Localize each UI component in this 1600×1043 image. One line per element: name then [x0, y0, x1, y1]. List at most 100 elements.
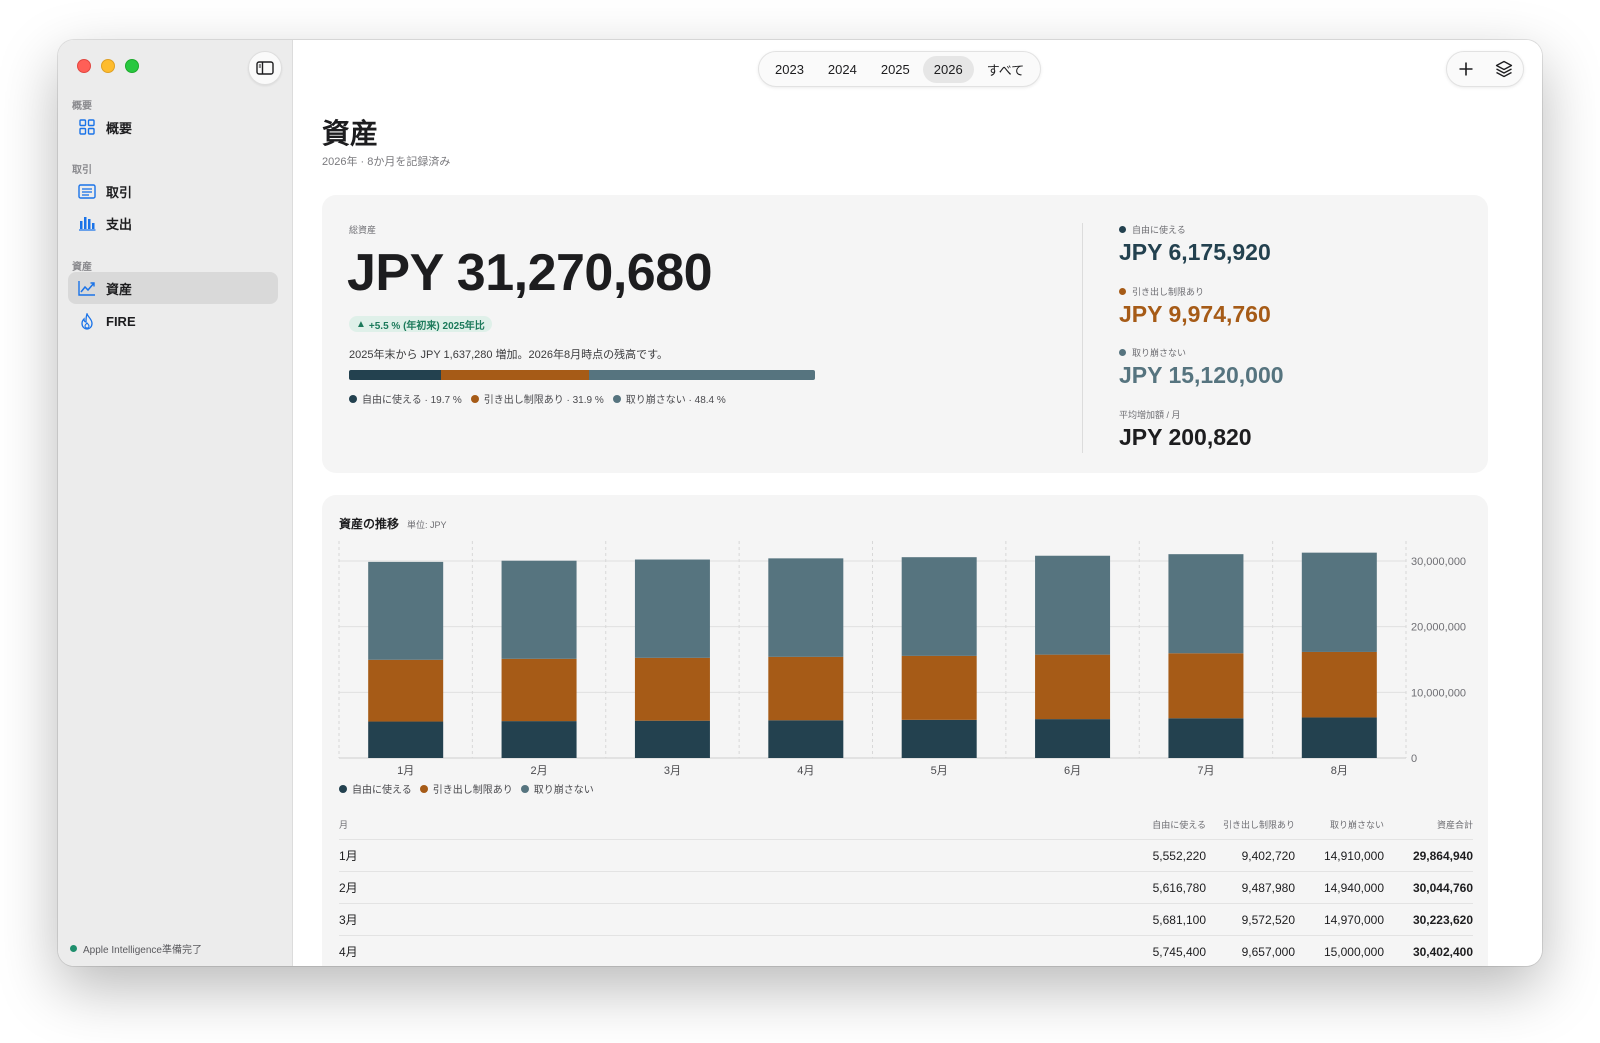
- x-tick-label: 4月: [797, 765, 814, 777]
- sidebar-section-assets: 資産: [72, 262, 92, 273]
- bar-segment: [368, 561, 444, 660]
- year-option-2024[interactable]: 2024: [817, 56, 868, 83]
- table-cell: 30,044,760: [1412, 880, 1473, 895]
- growth-badge-text: +5.5 % (年初来) 2025年比: [368, 320, 485, 332]
- legend-label: 取り崩さない · 48.4 %: [625, 395, 726, 406]
- breakdown-value: JPY 9,974,760: [1119, 301, 1271, 327]
- sidebar-item-label: FIRE: [106, 313, 136, 329]
- bar-segment: [1035, 555, 1111, 655]
- status-dot: [70, 945, 77, 952]
- bar-segment: [1035, 654, 1111, 720]
- bar-segment: [634, 657, 710, 721]
- legend-label: 自由に使える · 19.7 %: [362, 395, 462, 406]
- sidebar-item-expenses[interactable]: 支出: [68, 207, 278, 239]
- breakdown-label: 引き出し制限あり: [1132, 287, 1205, 297]
- table-cell: 5,616,780: [1152, 880, 1206, 895]
- table-cell: 5,552,220: [1152, 848, 1206, 863]
- bar-segment: [634, 559, 710, 658]
- breakdown-average: 平均増加額 / 月 JPY 200,820: [1119, 408, 1252, 451]
- bar-segment: [1168, 554, 1244, 654]
- table-cell: 30,223,620: [1412, 912, 1473, 927]
- status-indicator: Apple Intelligence準備完了: [70, 941, 202, 956]
- bar-segment: [768, 720, 844, 758]
- bar-segment: [901, 655, 977, 720]
- breakdown-value: JPY 15,120,000: [1119, 362, 1284, 388]
- legend-dot: [419, 784, 428, 793]
- table-cell: 5,681,100: [1152, 912, 1206, 927]
- year-option-2026[interactable]: 2026: [922, 55, 974, 83]
- table-cell: 1月: [339, 849, 358, 863]
- year-segmented-control: 2023 2024 2025 2026 すべて: [758, 51, 1042, 87]
- y-tick-label: 20,000,000: [1411, 622, 1466, 634]
- bar-segment: [768, 558, 844, 657]
- sidebar-section-transactions: 取引: [72, 165, 92, 176]
- chart-legend-item-preserved: 取り崩さない: [520, 781, 594, 796]
- table-cell: 2月: [339, 881, 358, 895]
- table-row[interactable]: 2月 5,616,780 9,487,980 14,940,000 30,044…: [339, 872, 1473, 904]
- table-cell: 15,000,000: [1323, 944, 1384, 959]
- total-assets-value: JPY 31,270,680: [347, 244, 713, 302]
- asset-trend-chart: 0 10,000,000 20,000,000 30,000,000 1月 2月 3月 4月 5…: [338, 541, 1466, 777]
- sidebar-item-label: 概要: [106, 120, 133, 136]
- legend-label: 引き出し制限あり · 31.9 %: [483, 395, 604, 406]
- legend-dot: [349, 394, 357, 403]
- asset-trend-card: 資産の推移 単位: JPY 0 10,000,000 20,000,000 30,00…: [322, 495, 1488, 966]
- bar-segment: [1035, 719, 1111, 758]
- year-option-2023[interactable]: 2023: [764, 56, 815, 83]
- legend-dot: [1119, 226, 1126, 233]
- legend-dot: [339, 784, 347, 793]
- table-cell: 14,910,000: [1323, 848, 1384, 863]
- close-window-button[interactable]: [77, 59, 91, 73]
- table-header: 月 自由に使える 引き出し制限あり 取り崩さない 資産合計: [339, 818, 1473, 840]
- legend-label: 取り崩さない: [533, 785, 594, 796]
- y-tick-label: 30,000,000: [1411, 556, 1466, 568]
- bar-segment: [901, 557, 977, 656]
- composition-segment-restricted: [440, 370, 590, 380]
- sidebar-item-label: 取引: [106, 184, 133, 200]
- chart-legend-item-free: 自由に使える: [339, 781, 412, 796]
- up-triangle-icon: ▲: [356, 318, 366, 330]
- total-assets-card: 総資産 JPY 31,270,680 ▲ +5.5 % (年初来) 2025年比…: [322, 195, 1488, 473]
- bar-segment: [1301, 651, 1377, 718]
- chart-legend: 自由に使える 引き出し制限あり 取り崩さない: [339, 781, 594, 796]
- sidebar: 概要 概要 取引 取引 支出 資産 資産 FIRE Apple Intellig…: [58, 40, 293, 966]
- table-row[interactable]: 3月 5,681,100 9,572,520 14,970,000 30,223…: [339, 904, 1473, 936]
- x-tick-label: 5月: [931, 765, 948, 777]
- sidebar-toggle-button[interactable]: [248, 51, 282, 85]
- list-icon: [78, 182, 96, 200]
- breakdown-label: 自由に使える: [1132, 225, 1186, 235]
- window-controls: [77, 59, 139, 73]
- legend-dot: [470, 394, 479, 403]
- table-cell: 14,940,000: [1323, 880, 1384, 895]
- year-option-2025[interactable]: 2025: [870, 56, 921, 83]
- table-cell: 14,970,000: [1323, 912, 1384, 927]
- table-cell: 9,572,520: [1241, 912, 1295, 927]
- average-value: JPY 200,820: [1119, 424, 1252, 450]
- minimize-window-button[interactable]: [101, 59, 115, 73]
- x-tick-label: 8月: [1331, 765, 1348, 777]
- table-cell: 5,745,400: [1152, 944, 1206, 959]
- zoom-window-button[interactable]: [125, 59, 139, 73]
- composition-bar: [349, 370, 815, 380]
- add-button[interactable]: [1451, 54, 1481, 84]
- year-option-all[interactable]: すべて: [976, 54, 1036, 85]
- total-assets-description: 2025年末から JPY 1,637,280 増加。2026年8月時点の残高です…: [349, 349, 669, 361]
- sidebar-item-fire[interactable]: FIRE: [68, 305, 278, 337]
- column-header: 月: [339, 820, 349, 830]
- bar-segment: [501, 658, 577, 722]
- table-row[interactable]: 1月 5,552,220 9,402,720 14,910,000 29,864…: [339, 840, 1473, 872]
- table-row[interactable]: 4月 5,745,400 9,657,000 15,000,000 30,402…: [339, 936, 1473, 966]
- layers-button[interactable]: [1489, 54, 1519, 84]
- table-cell: 3月: [339, 913, 358, 927]
- breakdown-preserved: 取り崩さない JPY 15,120,000: [1119, 346, 1284, 389]
- growth-badge: ▲ +5.5 % (年初来) 2025年比: [349, 316, 492, 332]
- column-header: 取り崩さない: [1329, 820, 1384, 830]
- bar-chart-icon: [78, 214, 96, 232]
- sidebar-item-transactions[interactable]: 取引: [68, 175, 278, 207]
- line-chart-icon: [78, 279, 96, 297]
- composition-legend: 自由に使える · 19.7 % 引き出し制限あり · 31.9 % 取り崩さない…: [349, 391, 726, 406]
- sidebar-item-assets[interactable]: 資産: [68, 272, 278, 304]
- legend-label: 自由に使える: [352, 785, 412, 796]
- sidebar-item-overview[interactable]: 概要: [68, 111, 278, 143]
- y-tick-label: 0: [1411, 753, 1417, 765]
